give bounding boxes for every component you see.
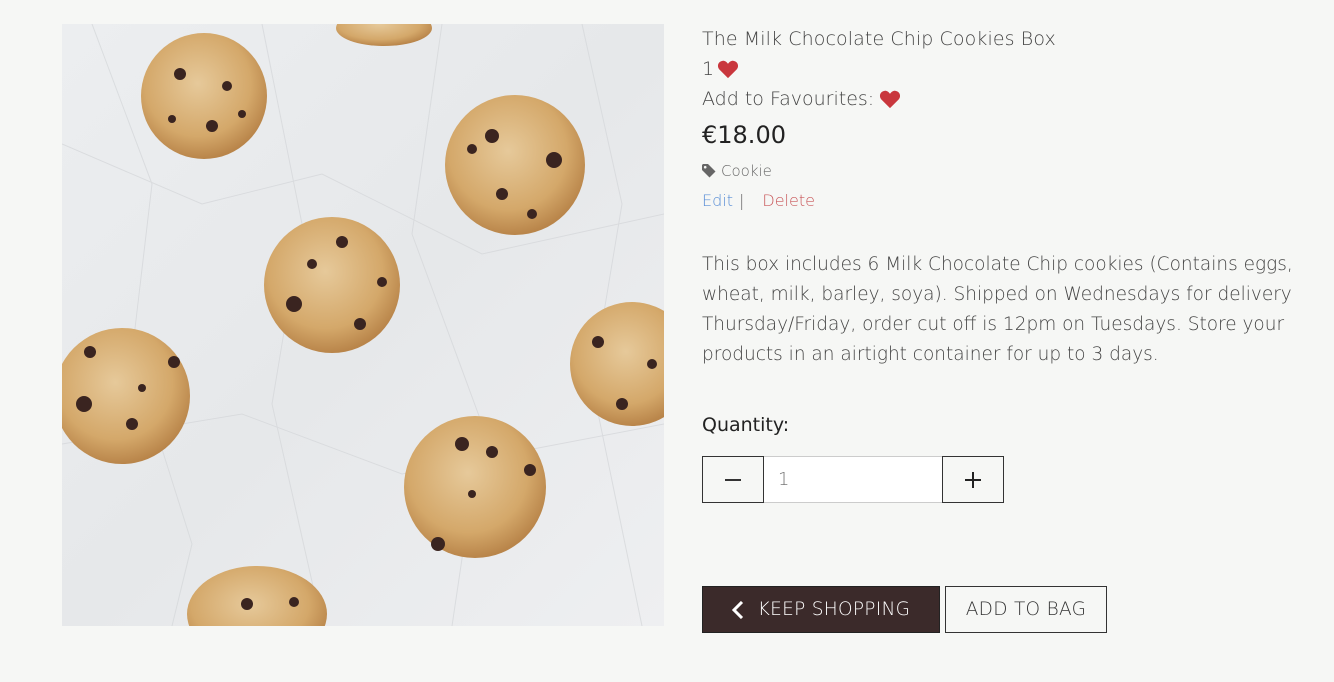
admin-actions: Edit | Delete — [702, 186, 1302, 216]
heart-icon — [718, 60, 739, 79]
admin-separator: | — [738, 191, 745, 210]
cookie-1 — [141, 33, 267, 159]
favourites-count: 1 — [702, 54, 1302, 84]
keep-shopping-label: KEEP SHOPPING — [757, 599, 911, 620]
minus-icon — [725, 478, 741, 481]
delete-link[interactable]: Delete — [762, 186, 815, 216]
keep-shopping-button[interactable]: KEEP SHOPPING — [702, 586, 940, 633]
edit-link[interactable]: Edit — [702, 186, 733, 216]
product-image — [62, 24, 664, 626]
quantity-input[interactable] — [764, 456, 942, 503]
plus-icon — [965, 471, 981, 488]
cookie-3 — [445, 95, 585, 235]
cookie-7 — [404, 416, 546, 558]
quantity-stepper — [702, 456, 1302, 503]
increment-quantity-button[interactable] — [942, 456, 1004, 503]
quantity-label: Quantity: — [702, 414, 790, 436]
cookie-4 — [264, 217, 400, 353]
product-price: €18.00 — [702, 121, 786, 149]
tag-icon — [702, 164, 716, 178]
add-favourite-heart-icon[interactable] — [879, 89, 901, 109]
add-to-bag-button[interactable]: ADD TO BAG — [945, 586, 1107, 633]
add-to-favourites: Add to Favourites: — [702, 84, 1302, 114]
cookies-photo — [62, 24, 664, 626]
favourites-count-value: 1 — [702, 58, 715, 80]
product-info: The Milk Chocolate Chip Cookies Box 1 Ad… — [702, 24, 1302, 503]
product-category: Cookie — [702, 156, 1302, 186]
category-link[interactable]: Cookie — [721, 156, 772, 186]
decrement-quantity-button[interactable] — [702, 456, 764, 503]
add-to-favourites-label: Add to Favourites: — [702, 88, 875, 110]
product-description: This box includes 6 Milk Chocolate Chip … — [702, 254, 1293, 365]
product-actions: KEEP SHOPPING ADD TO BAG — [702, 586, 1107, 633]
chevron-left-icon — [731, 600, 743, 619]
product-title: The Milk Chocolate Chip Cookies Box — [702, 28, 1056, 50]
